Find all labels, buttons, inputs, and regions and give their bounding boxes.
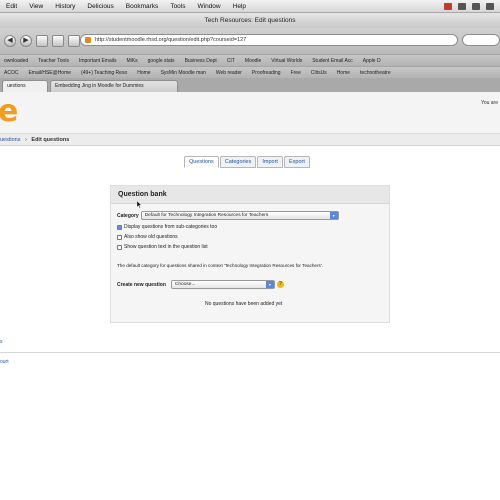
- option-subcategories: Display questions from sub-categories to…: [117, 224, 217, 230]
- bookmark-item[interactable]: Home: [337, 70, 350, 76]
- bookmark-item[interactable]: Virtual Worlds: [271, 58, 302, 64]
- select-arrow-icon: ▾: [265, 281, 274, 288]
- login-info: You are: [480, 100, 498, 106]
- question-bank-title: Question bank: [111, 186, 389, 204]
- browser-tabs: uestions Embedding Jing in Moodle for Du…: [0, 78, 500, 92]
- bookmark-item[interactable]: ownloaded: [4, 58, 28, 64]
- question-bank-panel: Question bank Category Default for Techn…: [110, 185, 390, 323]
- breadcrumb: uestions › Edit questions: [0, 134, 500, 146]
- status-wifi-icon[interactable]: [472, 2, 480, 10]
- create-question-row: Create new question Choose... ▾ ?: [117, 280, 284, 289]
- status-volume-icon[interactable]: [486, 2, 494, 10]
- bookmark-item[interactable]: Email/HSE@Home: [28, 70, 71, 76]
- create-question-label: Create new question: [117, 281, 166, 288]
- option-old-questions: Also show old questions: [117, 234, 178, 240]
- bookmark-item[interactable]: (49+) Teaching Reso: [81, 70, 127, 76]
- help-icon[interactable]: ?: [276, 281, 284, 288]
- url-field[interactable]: http://studentmoodle.rhsd.org/question/e…: [80, 34, 458, 46]
- question-tabs: Questions Categories Import Export: [184, 156, 310, 168]
- create-question-select[interactable]: Choose... ▾: [170, 280, 275, 289]
- category-select-value: Default for Technology Integration Resou…: [144, 213, 269, 218]
- side-link[interactable]: ourt: [0, 359, 9, 365]
- category-description: The default category for questions share…: [117, 263, 323, 268]
- bookmark-item[interactable]: Moodle: [245, 58, 261, 64]
- app-menubar: Edit View History Delicious Bookmarks To…: [0, 0, 500, 13]
- search-input[interactable]: [462, 34, 500, 46]
- tab-questions[interactable]: Questions: [184, 156, 219, 168]
- menu-help[interactable]: Help: [233, 3, 246, 10]
- question-text-label: Show question text in the question list: [124, 244, 208, 250]
- option-question-text: Show question text in the question list: [117, 244, 208, 250]
- moodle-favicon-icon: [85, 37, 91, 43]
- status-flag-icon[interactable]: [444, 2, 452, 10]
- bookmark-item[interactable]: Apple D: [363, 58, 381, 64]
- bookmarks-bar: ownloaded Teacher Tools Important Emails…: [0, 54, 500, 66]
- bookmark-item[interactable]: Important Emails: [79, 58, 117, 64]
- subcategories-label: Display questions from sub-categories to…: [124, 224, 218, 230]
- category-row: Category Default for Technology Integrat…: [117, 211, 339, 220]
- menu-delicious[interactable]: Delicious: [87, 3, 113, 10]
- menu-edit[interactable]: Edit: [6, 3, 17, 10]
- bookmark-item[interactable]: MiKs: [126, 58, 137, 64]
- side-link[interactable]: s: [0, 339, 3, 345]
- url-text: http://studentmoodle.rhsd.org/question/e…: [95, 37, 247, 43]
- bookmark-item[interactable]: ACOC: [4, 70, 18, 76]
- site-header: e You are: [0, 92, 500, 134]
- menu-bookmarks[interactable]: Bookmarks: [126, 3, 159, 10]
- bookmark-item[interactable]: Proofreading: [252, 70, 281, 76]
- empty-message: No questions have been added yet: [205, 301, 283, 307]
- tab-export[interactable]: Export: [283, 156, 310, 168]
- home-button[interactable]: [36, 35, 48, 47]
- tab-import[interactable]: Import: [257, 156, 283, 168]
- menu-tools[interactable]: Tools: [170, 3, 185, 10]
- old-questions-checkbox[interactable]: [117, 234, 122, 240]
- status-icons: [444, 2, 500, 10]
- bookmark-item[interactable]: SysMin Moodle man: [161, 70, 206, 76]
- bookmarks-bar-2: ACOC Email/HSE@Home (49+) Teaching Reso …: [0, 66, 500, 78]
- bookmark-item[interactable]: Student Email Acc: [312, 58, 353, 64]
- bookmark-item[interactable]: CIT: [227, 58, 235, 64]
- browser-tab-questions[interactable]: uestions: [2, 80, 48, 92]
- bookmark-item[interactable]: Teacher Tools: [38, 58, 69, 64]
- browser-tab-jing[interactable]: Embedding Jing in Moodle for Dummies: [50, 80, 178, 92]
- menu-window[interactable]: Window: [198, 3, 221, 10]
- bookmark-button[interactable]: [52, 35, 64, 47]
- subcategories-checkbox[interactable]: [117, 224, 122, 230]
- menu-view[interactable]: View: [29, 3, 43, 10]
- back-button[interactable]: ◀: [4, 35, 16, 47]
- menu-history[interactable]: History: [55, 3, 75, 10]
- old-questions-label: Also show old questions: [124, 234, 178, 240]
- select-arrow-icon: ▾: [329, 212, 338, 219]
- bookmark-item[interactable]: Home: [137, 70, 150, 76]
- forward-button[interactable]: ▶: [20, 35, 32, 47]
- category-select[interactable]: Default for Technology Integration Resou…: [140, 211, 339, 220]
- breadcrumb-questions[interactable]: uestions: [0, 137, 21, 143]
- divider: [0, 352, 500, 353]
- tab-categories[interactable]: Categories: [219, 156, 257, 168]
- bookmark-item[interactable]: technotheatre: [360, 70, 391, 76]
- reload-button[interactable]: [68, 35, 80, 47]
- category-label: Category: [117, 212, 139, 219]
- create-question-value: Choose...: [174, 282, 196, 287]
- window-title: Tech Resources: Edit questions: [0, 13, 500, 28]
- mouse-cursor-icon: [137, 201, 142, 208]
- bookmark-item[interactable]: Business Dept: [185, 58, 217, 64]
- breadcrumb-separator: ›: [25, 137, 27, 143]
- question-text-checkbox[interactable]: [117, 244, 122, 250]
- moodle-logo: e: [0, 94, 19, 129]
- breadcrumb-current: Edit questions: [31, 137, 70, 143]
- navigation-toolbar: ◀ ▶ http://studentmoodle.rhsd.org/questi…: [0, 28, 500, 54]
- status-bluetooth-icon[interactable]: [458, 2, 466, 10]
- bookmark-item[interactable]: Free: [291, 70, 301, 76]
- bookmark-item[interactable]: google stats: [148, 58, 175, 64]
- bookmark-item[interactable]: Web reader: [216, 70, 242, 76]
- bookmark-item[interactable]: ClitsUs: [311, 70, 327, 76]
